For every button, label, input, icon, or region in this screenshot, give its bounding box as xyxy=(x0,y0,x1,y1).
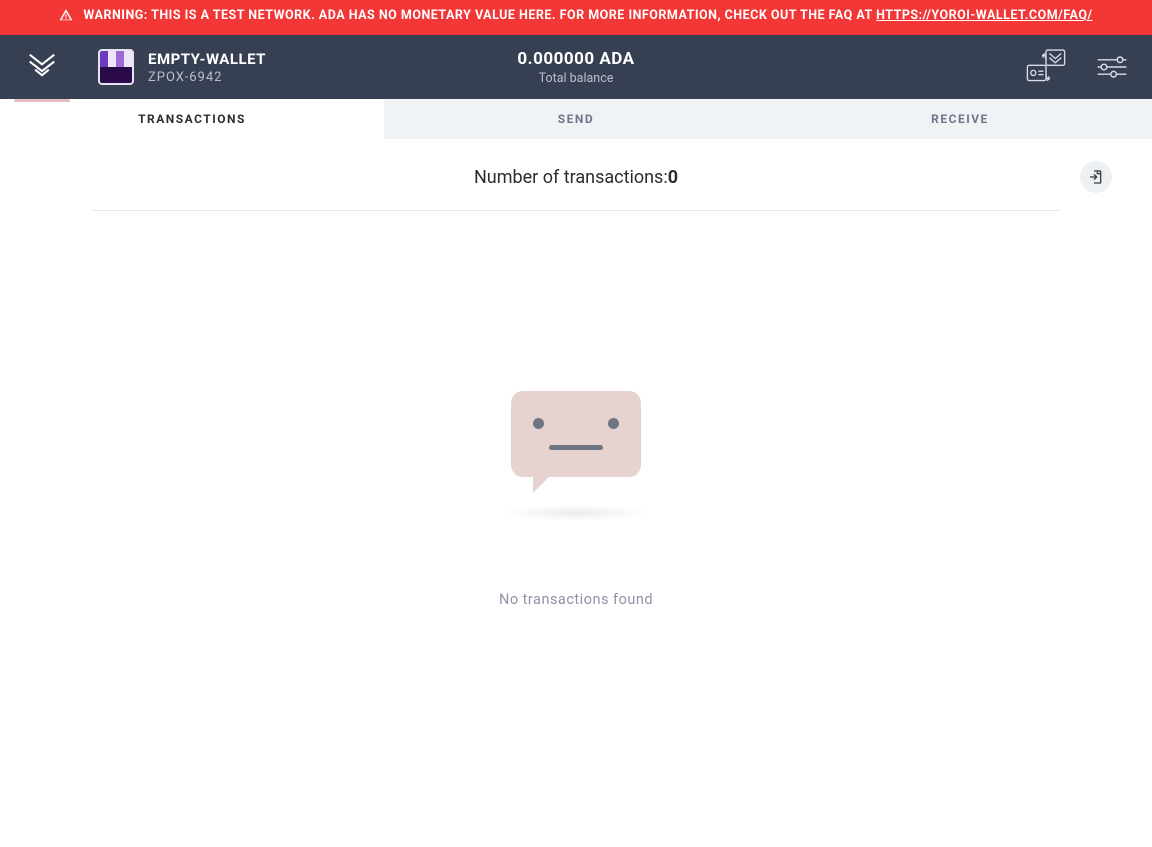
sliders-icon xyxy=(1096,54,1128,80)
app-logo[interactable] xyxy=(0,35,84,99)
tab-label: RECEIVE xyxy=(931,112,989,126)
empty-state-text: No transactions found xyxy=(499,591,653,608)
header-actions xyxy=(1024,47,1128,87)
balance-amount: 0.000000 ADA xyxy=(517,49,634,69)
empty-eyes xyxy=(533,418,619,429)
wallet-tabs: TRANSACTIONS SEND RECEIVE xyxy=(0,99,1152,139)
wallet-identicon-icon xyxy=(98,49,134,85)
testnet-warning-banner: WARNING: THIS IS A TEST NETWORK. ADA HAS… xyxy=(0,0,1152,35)
wallet-labels: EMPTY-WALLET ZPOX-6942 xyxy=(148,50,266,85)
swap-icon xyxy=(1024,47,1068,87)
tab-receive[interactable]: RECEIVE xyxy=(768,99,1152,139)
empty-eye xyxy=(608,418,619,429)
tx-count-label: Number of transactions: xyxy=(474,167,668,188)
transactions-summary: Number of transactions: 0 xyxy=(92,167,1060,211)
app-header: EMPTY-WALLET ZPOX-6942 0.000000 ADA Tota… xyxy=(0,35,1152,99)
wallet-hash: ZPOX-6942 xyxy=(148,70,266,85)
balance-label: Total balance xyxy=(517,71,634,86)
wallet-selector[interactable]: EMPTY-WALLET ZPOX-6942 xyxy=(84,49,266,85)
total-balance: 0.000000 ADA Total balance xyxy=(517,49,634,86)
warning-faq-link[interactable]: HTTPS://YOROI-WALLET.COM/FAQ/ xyxy=(876,8,1093,23)
settings-button[interactable] xyxy=(1096,54,1128,80)
warning-text: WARNING: THIS IS A TEST NETWORK. ADA HAS… xyxy=(83,8,876,23)
warning-icon xyxy=(59,8,73,29)
empty-transactions-state: No transactions found xyxy=(40,391,1112,608)
tab-label: SEND xyxy=(558,112,594,126)
export-transactions-button[interactable] xyxy=(1080,161,1112,193)
empty-state-icon xyxy=(511,391,641,477)
tx-count-value: 0 xyxy=(668,167,678,188)
wallet-name: EMPTY-WALLET xyxy=(148,50,266,68)
tab-transactions[interactable]: TRANSACTIONS xyxy=(0,99,384,139)
empty-eye xyxy=(533,418,544,429)
empty-shadow xyxy=(501,505,651,521)
tab-label: TRANSACTIONS xyxy=(138,112,246,126)
empty-mouth xyxy=(549,445,603,450)
yoroi-logo-icon xyxy=(28,52,56,82)
tab-send[interactable]: SEND xyxy=(384,99,768,139)
swap-button[interactable] xyxy=(1024,47,1068,87)
warning-text-wrap: WARNING: THIS IS A TEST NETWORK. ADA HAS… xyxy=(83,6,1092,26)
export-file-icon xyxy=(1088,169,1104,185)
transactions-panel: Number of transactions: 0 No transaction… xyxy=(0,139,1152,608)
